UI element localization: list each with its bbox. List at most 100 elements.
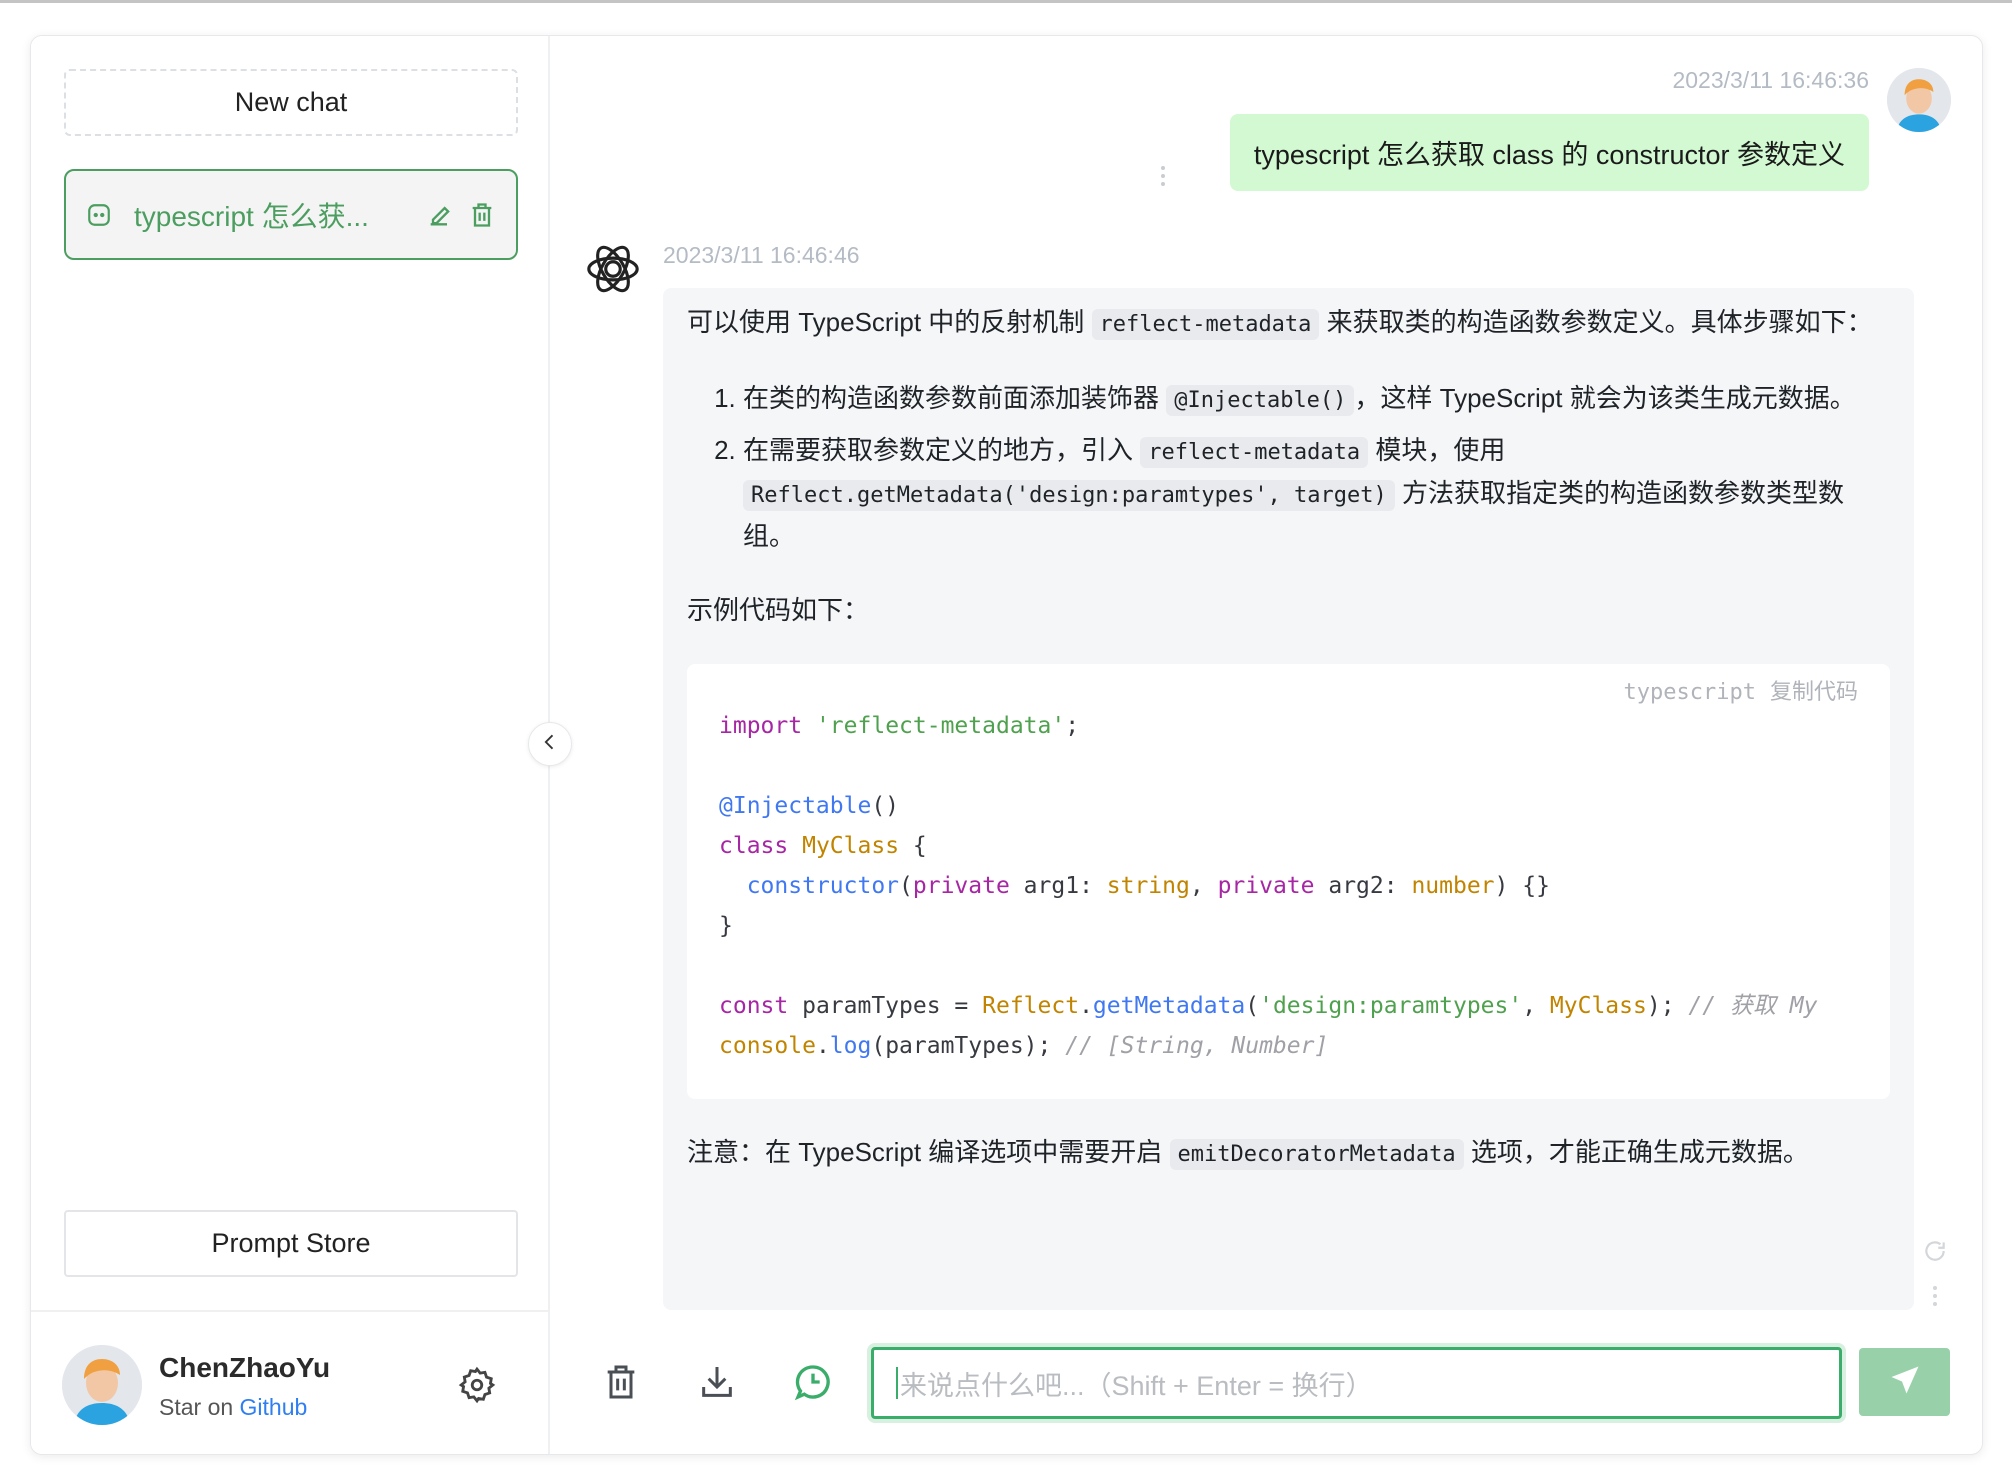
- user-message-avatar: [1887, 68, 1951, 132]
- code-token: arg1:: [1009, 873, 1107, 899]
- answer-paragraph-2: 示例代码如下：: [687, 595, 870, 625]
- new-chat-button[interactable]: New chat: [64, 69, 518, 136]
- code-token: ,: [1522, 993, 1550, 1019]
- clear-chat-button[interactable]: [601, 1362, 641, 1407]
- code-block: typescript 复制代码 import 'reflect-metadata'…: [687, 664, 1890, 1099]
- code-token: arg2:: [1314, 873, 1412, 899]
- code-token: import: [719, 713, 803, 739]
- inline-code: Reflect.getMetadata('design:paramtypes',…: [743, 480, 1395, 511]
- assistant-message-bubble: 可以使用 TypeScript 中的反射机制 reflect-metadata …: [663, 288, 1914, 1310]
- user-footer: ChenZhaoYu Star on Github: [31, 1310, 550, 1454]
- inline-code: @Injectable(): [1166, 385, 1355, 416]
- collapse-sidebar-button[interactable]: [528, 722, 572, 766]
- copy-code-button[interactable]: 复制代码: [1770, 680, 1858, 705]
- inline-code: reflect-metadata: [1140, 437, 1369, 468]
- code-token: string: [1106, 873, 1190, 899]
- code-token: {: [899, 833, 927, 859]
- message-input[interactable]: 来说点什么吧...（Shift + Enter = 换行）: [871, 1347, 1842, 1419]
- code-token: log: [829, 1033, 872, 1059]
- code-token: );: [1646, 993, 1689, 1019]
- code-token: MyClass: [1549, 993, 1647, 1019]
- app-window: New chat typescript 怎么获... Prompt Store …: [30, 35, 1983, 1455]
- text: 选项，才能正确生成元数据。: [1463, 1137, 1809, 1167]
- settings-icon[interactable]: [458, 1366, 496, 1409]
- code-line: constructor(private arg1: string, privat…: [719, 866, 1858, 906]
- code-token: MyClass: [802, 833, 900, 859]
- answer-paragraph-3: 注意：在 TypeScript 编译选项中需要开启 emitDecoratorM…: [687, 1132, 1890, 1175]
- assistant-avatar-icon: [584, 240, 642, 303]
- code-token: 'design:paramtypes': [1259, 993, 1523, 1019]
- assistant-message-timestamp: 2023/3/11 16:46:46: [663, 242, 860, 268]
- inline-code: emitDecoratorMetadata: [1169, 1139, 1464, 1170]
- code-line: class MyClass {: [719, 826, 1858, 866]
- text: 在需要获取参数定义的地方，引入: [743, 435, 1141, 465]
- chat-bubble-icon: [86, 202, 112, 228]
- delete-icon[interactable]: [468, 201, 496, 229]
- code-header: typescript 复制代码: [1610, 672, 1858, 713]
- code-token: const: [719, 993, 789, 1019]
- window-top-border: [0, 0, 2012, 3]
- list-item: 在类的构造函数参数前面添加装饰器 @Injectable()，这样 TypeSc…: [743, 378, 1890, 421]
- code-token: (: [899, 873, 913, 899]
- code-token: // [String, Number]: [1065, 1033, 1329, 1059]
- chat-clock-icon: [793, 1365, 833, 1406]
- code-token: Reflect: [982, 993, 1080, 1019]
- sidebar-session-item[interactable]: typescript 怎么获...: [64, 169, 518, 260]
- answer-paragraph-1: 可以使用 TypeScript 中的反射机制 reflect-metadata …: [687, 302, 1890, 345]
- text: ，这样 TypeScript 就会为该类生成元数据。: [1354, 383, 1856, 413]
- star-prefix: Star on: [159, 1394, 234, 1420]
- send-button[interactable]: [1859, 1348, 1950, 1416]
- github-link[interactable]: Github: [240, 1394, 308, 1420]
- code-token: // 获取 My: [1688, 993, 1818, 1019]
- download-icon: [697, 1367, 737, 1406]
- user-avatar[interactable]: [62, 1345, 142, 1425]
- code-token: (): [871, 793, 900, 819]
- code-token: paramTypes =: [788, 993, 983, 1019]
- trash-icon: [601, 1365, 641, 1406]
- text: 来获取类的构造函数参数定义。具体步骤如下：: [1319, 307, 1873, 337]
- list-item: 在需要获取参数定义的地方，引入 reflect-metadata 模块，使用 R…: [743, 430, 1890, 557]
- inline-code: reflect-metadata: [1091, 309, 1320, 340]
- code-token: ,: [1189, 873, 1218, 899]
- code-line: @Injectable(): [719, 786, 1858, 826]
- text: 可以使用 TypeScript 中的反射机制: [687, 307, 1092, 337]
- star-text: Star on Github: [159, 1394, 307, 1421]
- user-message-timestamp: 2023/3/11 16:46:36: [1672, 67, 1869, 93]
- user-name: ChenZhaoYu: [159, 1352, 331, 1383]
- code-token: ;: [1065, 713, 1080, 739]
- more-options-icon[interactable]: [1159, 164, 1167, 193]
- steps-list: 在类的构造函数参数前面添加装饰器 @Injectable()，这样 TypeSc…: [687, 378, 1890, 557]
- code-language: typescript: [1623, 680, 1756, 705]
- session-title: typescript 怎么获...: [134, 200, 369, 232]
- prompt-store-button[interactable]: Prompt Store: [64, 1210, 518, 1277]
- code-token: private: [912, 873, 1010, 899]
- regenerate-icon[interactable]: [1922, 1238, 1948, 1269]
- code-token: class: [719, 833, 789, 859]
- chevron-left-icon: [540, 732, 560, 757]
- text: 注意：在 TypeScript 编译选项中需要开启: [687, 1137, 1170, 1167]
- code-line: console.log(paramTypes); // [String, Num…: [719, 1026, 1858, 1066]
- code-token: private: [1217, 873, 1315, 899]
- code-token: (paramTypes);: [871, 1033, 1066, 1059]
- context-history-button[interactable]: [793, 1362, 833, 1407]
- code-token: ) {}: [1494, 873, 1550, 899]
- code-token: @Injectable: [719, 793, 872, 819]
- user-message-bubble: typescript 怎么获取 class 的 constructor 参数定义: [1229, 114, 1869, 191]
- code-line: const paramTypes = Reflect.getMetadata('…: [719, 986, 1858, 1026]
- code-token: .: [815, 1033, 830, 1059]
- download-button[interactable]: [697, 1362, 737, 1407]
- sidebar: New chat typescript 怎么获... Prompt Store …: [31, 36, 550, 1454]
- code-line: }: [719, 906, 1858, 946]
- code-token: number: [1411, 873, 1495, 899]
- edit-icon[interactable]: [426, 201, 454, 229]
- code-token: 'reflect-metadata': [815, 713, 1066, 739]
- more-options-icon[interactable]: [1931, 1284, 1939, 1313]
- code-token: .: [1079, 993, 1093, 1019]
- text-caret: [896, 1367, 898, 1399]
- text: 模块，使用: [1368, 435, 1506, 465]
- code-token: }: [719, 913, 733, 939]
